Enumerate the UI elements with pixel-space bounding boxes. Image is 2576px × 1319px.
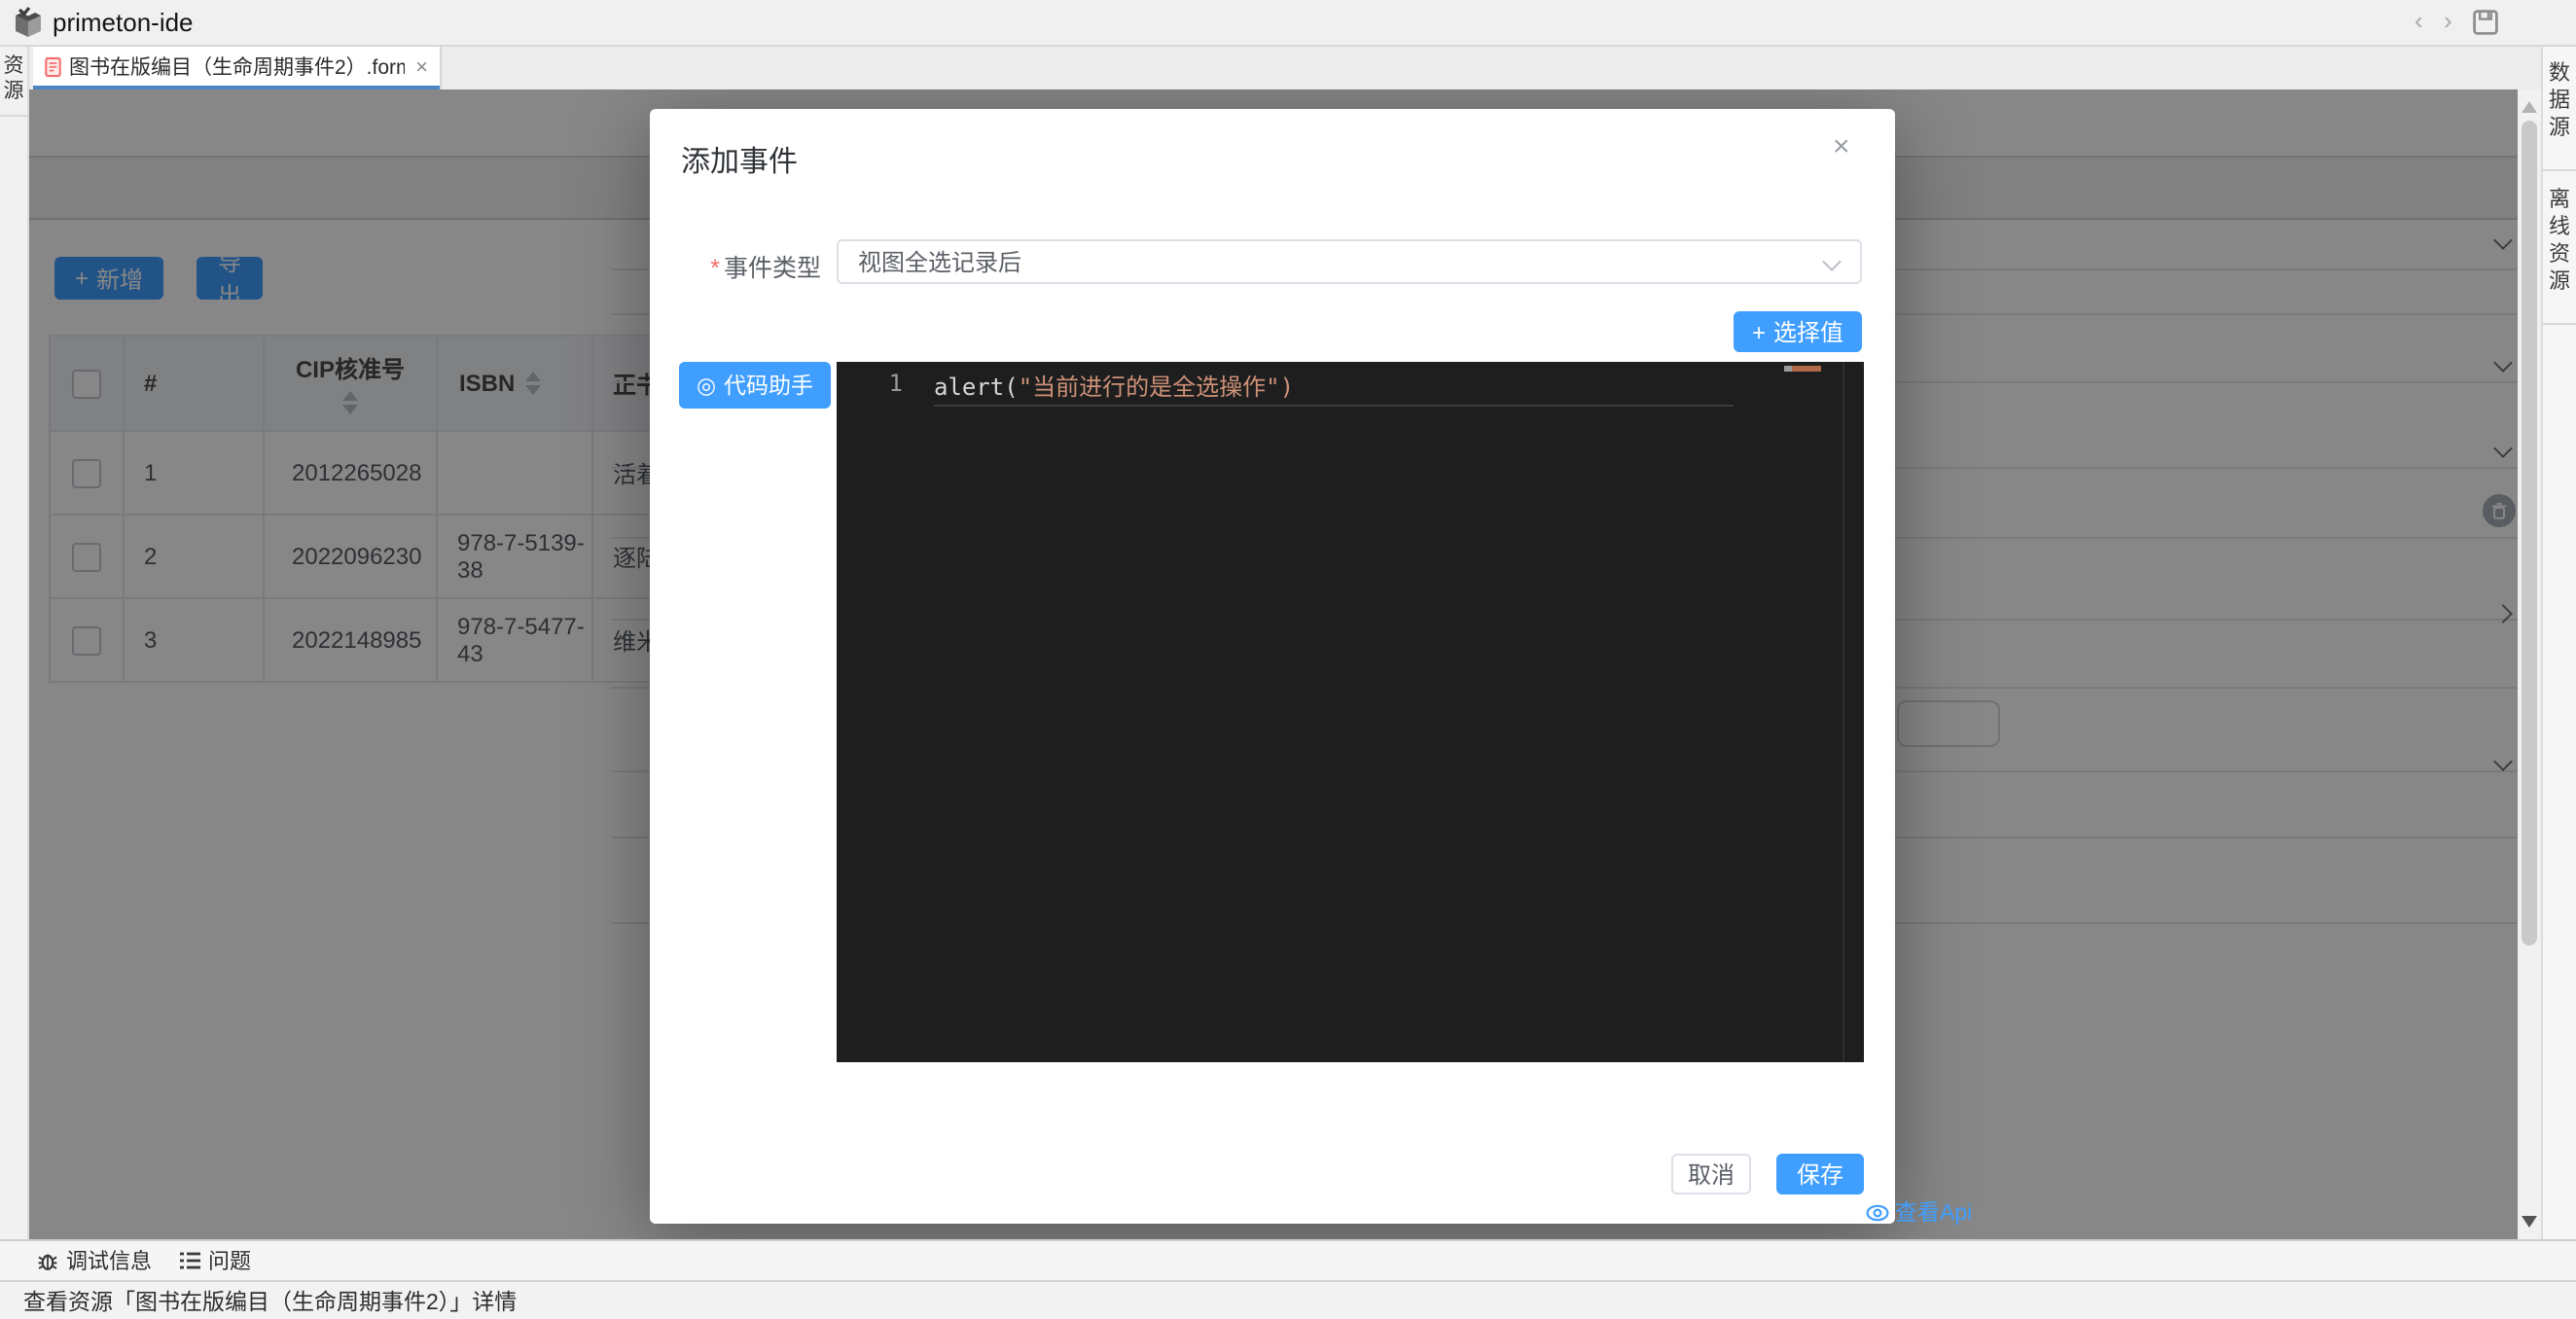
page-scrollbar[interactable] (2518, 89, 2541, 1239)
nav-back-icon[interactable]: ‹ (2415, 6, 2423, 37)
scroll-up-icon[interactable] (2522, 101, 2537, 113)
sidebar-tab-offline-resources-label: 离线资源 (2543, 187, 2576, 296)
scroll-down-icon[interactable] (2522, 1216, 2537, 1228)
right-sidebar-strip: 数据源 离线资源 (2541, 45, 2576, 1280)
formx-file-icon (45, 56, 61, 78)
code-assistant-label: 代码助手 (724, 370, 813, 401)
debug-info-label: 调试信息 (66, 1245, 152, 1276)
app-window: primeton-ide ‹ › 资源 数据源 离线资源 (0, 0, 2576, 1319)
save-file-icon[interactable] (2473, 10, 2498, 35)
required-mark: * (710, 255, 720, 282)
sidebar-tab-resources-label: 资源 (0, 54, 27, 103)
minimap-border (1843, 362, 1844, 1062)
editor-line-number: 1 (872, 370, 903, 397)
list-icon (179, 1251, 200, 1270)
problems-label: 问题 (208, 1245, 251, 1276)
current-line-border (934, 405, 1734, 407)
event-type-label: *事件类型 (650, 247, 821, 284)
sidebar-tab-resources[interactable]: 资源 (0, 45, 27, 117)
plus-icon: + (1752, 318, 1766, 345)
active-tab-underline (33, 85, 440, 89)
app-title: primeton-ide (53, 8, 194, 37)
editor-tab-bar: 图书在版编目（生命周期事件2）.formx × (27, 45, 2541, 89)
save-button[interactable]: 保存 (1776, 1154, 1864, 1194)
title-bar: primeton-ide ‹ › (0, 0, 2576, 47)
sidebar-tab-datasource-label: 数据源 (2543, 60, 2576, 142)
sidebar-tab-offline-resources[interactable]: 离线资源 (2543, 171, 2576, 325)
view-api-link[interactable]: 查看Api (1866, 1196, 1972, 1228)
cancel-label: 取消 (1688, 1158, 1735, 1191)
dialog-title: 添加事件 (681, 140, 798, 181)
nav-forward-icon[interactable]: › (2444, 6, 2452, 37)
code-assistant-icon: ◎ (697, 372, 716, 399)
dialog-close-icon[interactable]: × (1833, 130, 1850, 163)
save-label: 保存 (1797, 1158, 1843, 1191)
code-editor[interactable]: 1 alert("当前进行的是全选操作") (837, 362, 1864, 1062)
status-text: 查看资源「图书在版编目（生命周期事件2）」详情 (23, 1285, 517, 1316)
event-type-label-text: 事件类型 (724, 255, 821, 282)
bug-icon (37, 1249, 58, 1272)
choose-value-label: 选择值 (1773, 315, 1843, 348)
scrollbar-thumb[interactable] (2522, 121, 2537, 945)
left-sidebar-strip: 资源 (0, 45, 29, 1239)
bottom-panel: 调试信息 问题 (0, 1239, 2576, 1280)
choose-value-button[interactable]: + 选择值 (1734, 311, 1862, 352)
app-logo-icon (12, 6, 45, 39)
editor-code-line: alert("当前进行的是全选操作") (934, 370, 1294, 403)
add-event-dialog: 添加事件 × *事件类型 视图全选记录后 + 选择值 ◎ 代码助手 1 aler… (650, 109, 1895, 1224)
chevron-down-icon (1822, 252, 1842, 271)
eye-icon (1866, 1203, 1889, 1221)
event-type-select[interactable]: 视图全选记录后 (837, 239, 1862, 284)
debug-info-tab[interactable]: 调试信息 (37, 1245, 152, 1276)
tab-formx-file[interactable]: 图书在版编目（生命周期事件2）.formx × (33, 45, 442, 89)
tab-close-icon[interactable]: × (415, 57, 428, 77)
sidebar-tab-datasource[interactable]: 数据源 (2543, 45, 2576, 171)
event-type-value: 视图全选记录后 (858, 245, 1021, 278)
code-string: "当前进行的是全选操作" (1019, 374, 1280, 401)
problems-tab[interactable]: 问题 (179, 1245, 251, 1276)
minimap-code-preview (1784, 366, 1821, 372)
view-api-label: 查看Api (1895, 1196, 1972, 1228)
tab-label: 图书在版编目（生命周期事件2）.formx (69, 53, 404, 82)
code-function: alert( (934, 374, 1019, 401)
status-bar: 查看资源「图书在版编目（生命周期事件2）」详情 (0, 1280, 2576, 1319)
code-close-paren: ) (1280, 374, 1294, 401)
code-assistant-button[interactable]: ◎ 代码助手 (679, 362, 831, 409)
cancel-button[interactable]: 取消 (1671, 1154, 1751, 1194)
